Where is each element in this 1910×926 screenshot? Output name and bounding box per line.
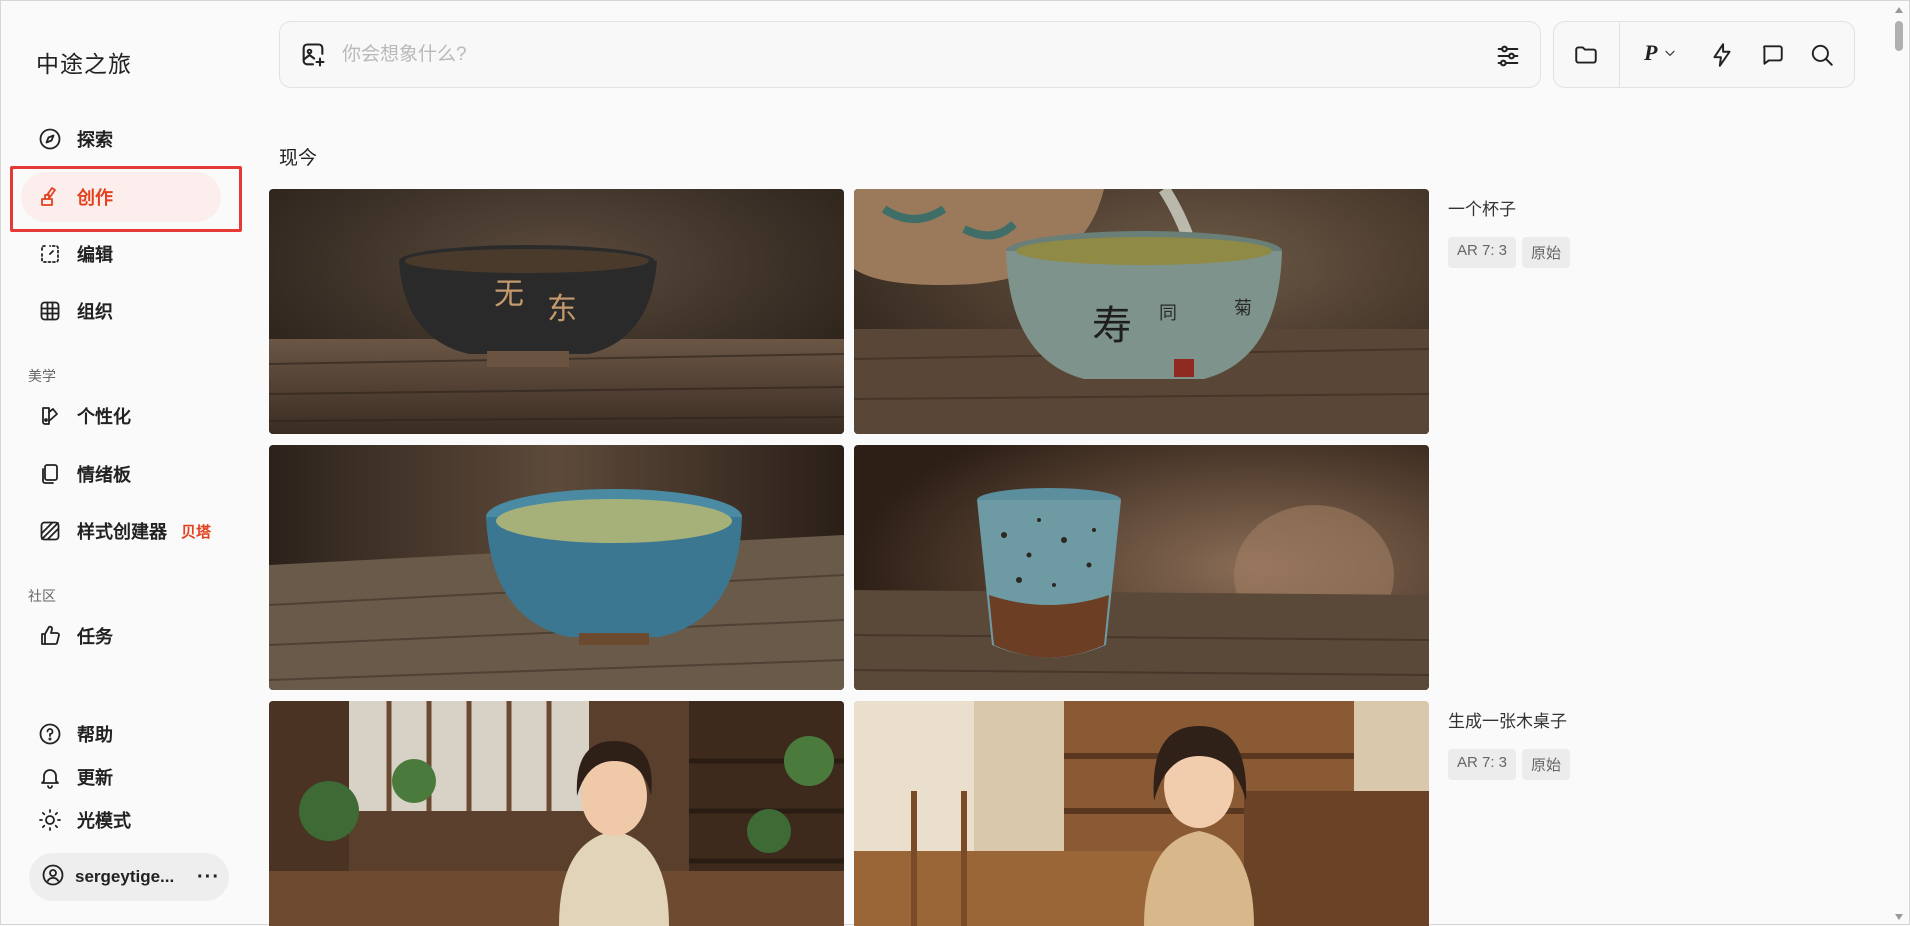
nav-label: 编辑: [77, 245, 113, 265]
nav-label: 探索: [77, 130, 113, 150]
raw-mode-tag[interactable]: 原始: [1522, 749, 1571, 780]
help-label: 帮助: [77, 725, 113, 745]
svg-text:无: 无: [494, 277, 524, 312]
prompt-bar: [279, 21, 1541, 88]
prompt-input[interactable]: [342, 34, 1442, 75]
toolbar-divider: [1619, 22, 1620, 87]
nav-label: 个性化: [77, 407, 131, 427]
settings-sliders-icon[interactable]: [1494, 42, 1522, 70]
beta-badge: 贝塔: [181, 523, 212, 541]
chat-bubble-icon: [1763, 45, 1783, 65]
style-creator-icon: [37, 518, 63, 544]
job-prompt[interactable]: 生成一张木桌子: [1448, 707, 1567, 732]
bell-icon: [37, 764, 63, 790]
job-tags: AR 7: 3 原始: [1448, 749, 1571, 780]
search-button[interactable]: [1808, 41, 1836, 69]
svg-text:同: 同: [1159, 303, 1177, 324]
job-tags: AR 7: 3 原始: [1448, 237, 1571, 268]
aspect-ratio-tag[interactable]: AR 7: 3: [1448, 237, 1517, 268]
edit-select-icon: [37, 241, 63, 267]
personalize-icon: [37, 403, 63, 429]
nav-label: 创作: [77, 188, 113, 208]
app-logo[interactable]: 中途之旅: [36, 45, 132, 79]
generated-image-3[interactable]: [269, 445, 844, 690]
lightning-icon: [1713, 43, 1731, 67]
add-image-icon[interactable]: [298, 40, 328, 70]
nav-label: 情绪板: [77, 465, 131, 485]
nav-item-organize[interactable]: 组织: [21, 286, 221, 336]
folder-button[interactable]: [1572, 41, 1600, 69]
grid-icon: [37, 298, 63, 324]
search-icon: [1811, 44, 1833, 66]
sun-icon: [37, 807, 63, 833]
light-mode-button[interactable]: 光模式: [25, 800, 215, 840]
sidebar: 中途之旅 探索 创作 编辑 组织 美学 个性化 情绪板 样式创建器 贝塔 社区 …: [1, 1, 251, 926]
username: sergeytige...: [75, 867, 175, 886]
toolbar: P: [1553, 21, 1855, 88]
scrollbar-thumb[interactable]: [1895, 21, 1903, 51]
nav-label: 样式创建器: [77, 522, 167, 542]
folder-icon: [1575, 46, 1597, 64]
nav-item-style-creator[interactable]: 样式创建器 贝塔: [21, 506, 221, 556]
nav-item-personalize[interactable]: 个性化: [21, 391, 221, 441]
svg-text:东: 东: [547, 292, 577, 327]
section-title-community: 社区: [28, 588, 56, 604]
nav-label: 任务: [77, 627, 113, 647]
light-mode-label: 光模式: [77, 811, 131, 831]
generated-image-5[interactable]: [269, 701, 844, 926]
scroll-down-arrow-icon[interactable]: [1895, 914, 1903, 920]
updates-label: 更新: [77, 768, 113, 788]
vertical-scrollbar[interactable]: [1895, 3, 1907, 924]
user-avatar-icon: [41, 863, 65, 892]
generated-image-2[interactable]: 寿 同 菊: [854, 189, 1429, 434]
nav-item-explore[interactable]: 探索: [21, 114, 221, 164]
section-date-label: 现今: [279, 148, 318, 169]
nav-item-edit[interactable]: 编辑: [21, 229, 221, 279]
nav-item-moodboard[interactable]: 情绪板: [21, 449, 221, 499]
nav-item-tasks[interactable]: 任务: [21, 611, 221, 661]
job-prompt[interactable]: 一个杯子: [1448, 195, 1516, 220]
updates-button[interactable]: 更新: [25, 757, 215, 797]
personalize-label: P: [1644, 40, 1658, 65]
generated-image-1[interactable]: 无 东: [269, 189, 844, 434]
user-account-button[interactable]: sergeytige... ···: [29, 853, 229, 901]
raw-mode-tag[interactable]: 原始: [1522, 237, 1571, 268]
generated-image-4[interactable]: [854, 445, 1429, 690]
personalize-dropdown[interactable]: P: [1644, 40, 1677, 66]
generated-image-6[interactable]: [854, 701, 1429, 926]
thumbs-up-icon: [37, 623, 63, 649]
help-icon: [37, 721, 63, 747]
section-title-aesthetics: 美学: [28, 368, 56, 384]
app-window: 中途之旅 探索 创作 编辑 组织 美学 个性化 情绪板 样式创建器 贝塔 社区 …: [0, 0, 1910, 926]
nav-label: 组织: [77, 302, 113, 322]
svg-text:寿: 寿: [1092, 303, 1132, 349]
speed-button[interactable]: [1708, 41, 1736, 69]
compass-icon: [37, 126, 63, 152]
scroll-up-arrow-icon[interactable]: [1895, 7, 1903, 13]
chevron-down-icon: [1665, 50, 1676, 56]
nav-item-create[interactable]: 创作: [21, 172, 221, 222]
chat-button[interactable]: [1758, 41, 1786, 69]
svg-text:菊: 菊: [1234, 298, 1252, 319]
more-options-icon[interactable]: ···: [197, 866, 220, 889]
paintbrush-icon: [37, 184, 63, 210]
help-button[interactable]: 帮助: [25, 714, 215, 754]
moodboard-icon: [37, 461, 63, 487]
aspect-ratio-tag[interactable]: AR 7: 3: [1448, 749, 1517, 780]
